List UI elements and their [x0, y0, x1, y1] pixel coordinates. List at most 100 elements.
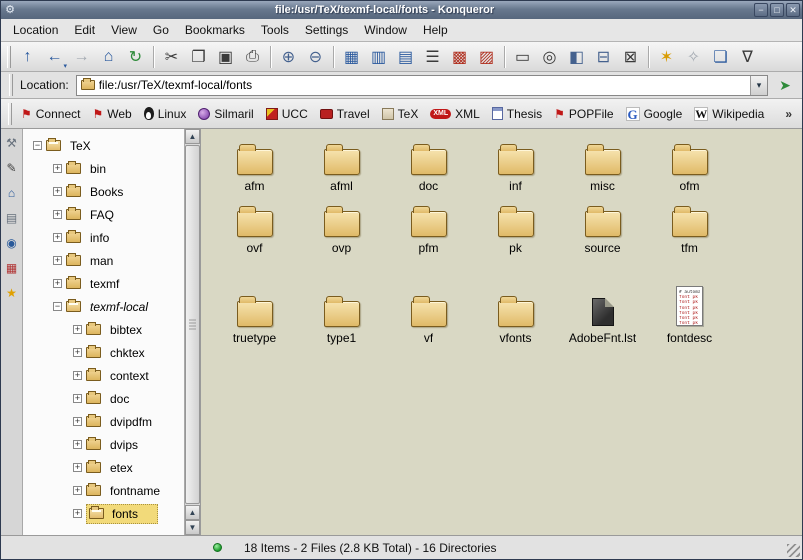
detailed-list-view-icon[interactable]: ▤	[392, 44, 419, 70]
titlebar[interactable]: ⚙ file:/usr/TeX/texmf-local/fonts - Konq…	[1, 1, 802, 19]
tree-item-fonts[interactable]: +fonts	[23, 502, 184, 525]
tree-scrollbar[interactable]: ▲ ▲ ▼	[184, 129, 200, 535]
menu-window[interactable]: Window	[356, 20, 415, 40]
folder-item-truetype[interactable]: truetype	[211, 279, 298, 345]
close-button[interactable]: ✕	[786, 3, 800, 17]
folder-item-afml[interactable]: afml	[298, 137, 385, 193]
multicolumn-view-icon[interactable]: ▥	[365, 44, 392, 70]
zoom-out-icon[interactable]: ⊖	[302, 44, 329, 70]
back-icon[interactable]: ←▾	[41, 44, 68, 70]
bookmark-connect[interactable]: ⚑Connect	[15, 104, 86, 124]
expand-icon[interactable]: +	[53, 256, 62, 265]
bookmark-view-icon[interactable]: ▨	[473, 44, 500, 70]
bookmark-google[interactable]: GGoogle	[620, 104, 689, 124]
split-view-left-right-icon[interactable]: ◧	[563, 44, 590, 70]
tree-item-bin[interactable]: +bin	[23, 157, 184, 180]
folder-item-doc[interactable]: doc	[385, 137, 472, 193]
paste-icon[interactable]: ▣	[212, 44, 239, 70]
expand-icon[interactable]: +	[73, 348, 82, 357]
expand-icon[interactable]: +	[73, 417, 82, 426]
find-icon[interactable]: ◎	[536, 44, 563, 70]
tree-item-context[interactable]: +context	[23, 364, 184, 387]
home-icon[interactable]: ⌂	[95, 44, 122, 70]
location-toolbar-handle[interactable]	[9, 74, 13, 96]
bookmark-tex[interactable]: TeX	[376, 104, 425, 124]
file-item-adobefnt[interactable]: AdobeFnt.lst	[559, 279, 646, 345]
bookmarks-toolbar-handle[interactable]	[8, 103, 12, 125]
folder-item-pfm[interactable]: pfm	[385, 199, 472, 255]
expand-icon[interactable]: +	[73, 371, 82, 380]
folder-icon-view[interactable]: afm afml doc inf misc ofm ovf ovp pfm pk…	[201, 129, 802, 535]
filter-icon[interactable]: ∇	[734, 44, 761, 70]
root-folder-tab-icon[interactable]: ▦	[3, 259, 21, 277]
tree-item-doc[interactable]: +doc	[23, 387, 184, 410]
minimize-button[interactable]: −	[754, 3, 768, 17]
folder-item-misc[interactable]: misc	[559, 137, 646, 193]
tree-item-bibtex[interactable]: +bibtex	[23, 318, 184, 341]
tree-item-faq[interactable]: +FAQ	[23, 203, 184, 226]
bookmark-web[interactable]: ⚑Web	[86, 104, 137, 124]
resize-grip[interactable]	[787, 544, 800, 557]
folder-item-vf[interactable]: vf	[385, 279, 472, 345]
bookmark-xml[interactable]: XMLXML	[424, 104, 485, 124]
expand-icon[interactable]: +	[53, 233, 62, 242]
terminal-icon[interactable]: ▭	[509, 44, 536, 70]
scroll-up-icon[interactable]: ▲	[185, 129, 200, 144]
tree-item-books[interactable]: +Books	[23, 180, 184, 203]
bookmark-thesis[interactable]: Thesis	[486, 104, 548, 124]
tree-item-tex[interactable]: −TeX	[23, 134, 184, 157]
tab-icon[interactable]: ❏	[707, 44, 734, 70]
up-icon[interactable]: ↑	[14, 44, 41, 70]
tree-item-info[interactable]: +info	[23, 226, 184, 249]
icon-view-icon[interactable]: ▦	[338, 44, 365, 70]
scroll-down-icon[interactable]: ▼	[185, 520, 200, 535]
expand-icon[interactable]: +	[53, 210, 62, 219]
network-tab-icon[interactable]: ◉	[3, 234, 21, 252]
print-icon[interactable]: ⎙	[239, 44, 266, 70]
folder-item-ovp[interactable]: ovp	[298, 199, 385, 255]
location-combobox[interactable]: ▾	[76, 75, 768, 96]
home-tab-icon[interactable]: ⌂	[3, 184, 21, 202]
zoom-in-icon[interactable]: ⊕	[275, 44, 302, 70]
bookmark-linux[interactable]: Linux	[138, 104, 193, 124]
reload-icon[interactable]: ↻	[122, 44, 149, 70]
bookmarks-tab-icon[interactable]: ★	[3, 284, 21, 302]
expand-icon[interactable]: +	[73, 463, 82, 472]
expand-icon[interactable]: +	[73, 509, 82, 518]
folder-item-afm[interactable]: afm	[211, 137, 298, 193]
maximize-button[interactable]: □	[770, 3, 784, 17]
close-view-icon[interactable]: ⊠	[617, 44, 644, 70]
menu-location[interactable]: Location	[5, 20, 66, 40]
folder-item-vfonts[interactable]: vfonts	[472, 279, 559, 345]
folder-item-pk[interactable]: pk	[472, 199, 559, 255]
menu-bookmarks[interactable]: Bookmarks	[177, 20, 253, 40]
menu-edit[interactable]: Edit	[66, 20, 103, 40]
folder-item-ovf[interactable]: ovf	[211, 199, 298, 255]
text-view-icon[interactable]: ☰	[419, 44, 446, 70]
folder-item-source[interactable]: source	[559, 199, 646, 255]
tree-item-chktex[interactable]: +chktex	[23, 341, 184, 364]
folder-item-tfm[interactable]: tfm	[646, 199, 733, 255]
menu-go[interactable]: Go	[145, 20, 177, 40]
bookmark-wikipedia[interactable]: WWikipedia	[688, 104, 770, 124]
new-tab-icon[interactable]: ✶	[653, 44, 680, 70]
expand-icon[interactable]: +	[53, 187, 62, 196]
tree-item-fontname[interactable]: +fontname	[23, 479, 184, 502]
location-input[interactable]	[99, 78, 750, 92]
folder-item-ofm[interactable]: ofm	[646, 137, 733, 193]
bookmark-silmaril[interactable]: Silmaril	[192, 104, 259, 124]
tree-item-dvipdfm[interactable]: +dvipdfm	[23, 410, 184, 433]
expand-icon[interactable]: +	[73, 325, 82, 334]
go-icon[interactable]: ➤	[773, 74, 797, 97]
file-item-fontdesc[interactable]: # automat font pk font pk font pk font p…	[646, 279, 733, 345]
bookmark-travel[interactable]: Travel	[314, 104, 376, 124]
tree-item-texmf-local[interactable]: −texmf-local	[23, 295, 184, 318]
toolbar-handle[interactable]	[7, 46, 11, 68]
expand-icon[interactable]: +	[73, 440, 82, 449]
folder-item-inf[interactable]: inf	[472, 137, 559, 193]
history-tab-icon[interactable]: ✎	[3, 159, 21, 177]
services-tab-icon[interactable]: ⚒	[3, 134, 21, 152]
window-menu-icon[interactable]: ⚙	[3, 3, 17, 17]
split-view-top-bottom-icon[interactable]: ⊟	[590, 44, 617, 70]
bookmark-ucc[interactable]: UCC	[260, 104, 314, 124]
